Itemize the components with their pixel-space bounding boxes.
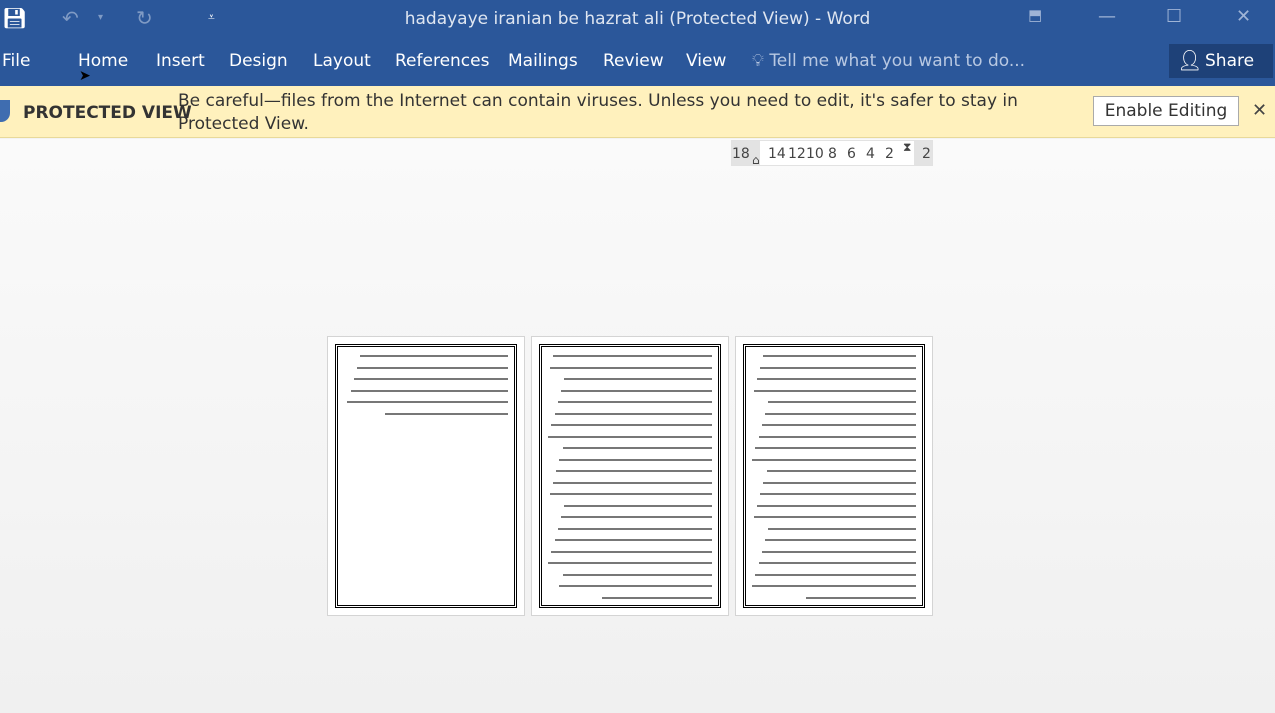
tell-me-search[interactable]: 💡︎ Tell me what you want to do... <box>752 51 1025 71</box>
text-line <box>557 401 712 403</box>
tab-review[interactable]: Review <box>603 51 664 71</box>
text-line <box>552 355 712 357</box>
page-border <box>335 344 517 608</box>
text-line <box>554 539 712 541</box>
maximize-icon[interactable]: ☐ <box>1166 6 1182 27</box>
text-line <box>755 447 916 449</box>
text-line <box>756 504 916 507</box>
minimize-icon[interactable]: — <box>1098 6 1116 27</box>
protected-view-label: PROTECTED VIEW <box>23 103 192 123</box>
tab-references[interactable]: References <box>395 51 489 71</box>
page-border <box>539 344 721 608</box>
text-line <box>559 585 712 587</box>
text-line <box>385 412 508 415</box>
horizontal-ruler[interactable]: 18 14 12 10 8 6 4 2 2 ⌂ ⧗ <box>731 140 933 167</box>
text-line <box>347 401 508 403</box>
page-thumbnail[interactable] <box>531 336 729 616</box>
text-line <box>557 527 712 530</box>
person-icon: 👤︎ <box>1177 48 1203 72</box>
left-indent-marker-icon[interactable]: ⌂ <box>752 153 760 167</box>
close-icon[interactable]: ✕ <box>1236 6 1251 27</box>
text-line <box>752 458 916 461</box>
page-thumbnail[interactable] <box>735 336 933 616</box>
text-line <box>561 516 712 518</box>
tab-insert[interactable]: Insert <box>156 51 205 71</box>
close-bar-icon[interactable]: ✕ <box>1252 100 1267 121</box>
text-line <box>602 596 712 599</box>
tab-file[interactable]: File <box>2 51 30 71</box>
tab-view[interactable]: View <box>686 51 726 71</box>
tab-design[interactable]: Design <box>229 51 288 71</box>
text-line <box>350 389 508 392</box>
shield-icon <box>0 100 10 122</box>
right-indent-marker-icon[interactable]: ⧗ <box>903 141 911 153</box>
text-line <box>761 550 916 553</box>
text-line <box>758 562 916 564</box>
enable-editing-button[interactable]: Enable Editing <box>1093 96 1239 126</box>
text-line <box>549 366 712 369</box>
page-thumbnail[interactable] <box>327 336 525 616</box>
title-bar: 💾︎ ↶ ▾ ↻ ⩡ hadayaye iranian be hazrat al… <box>0 0 1275 40</box>
text-line <box>755 573 916 576</box>
ribbon-display-options-icon[interactable]: ⬒ <box>1028 6 1042 24</box>
text-line <box>763 481 916 484</box>
window-title: hadayaye iranian be hazrat ali (Protecte… <box>404 9 871 29</box>
share-button[interactable]: 👤︎ Share <box>1169 44 1273 78</box>
text-line <box>768 527 916 530</box>
text-line <box>360 355 508 357</box>
text-line <box>562 447 712 449</box>
text-line <box>765 539 916 541</box>
text-line <box>768 401 916 403</box>
text-line <box>564 504 712 507</box>
text-line <box>548 562 712 564</box>
lightbulb-icon: 💡︎ <box>752 51 764 71</box>
text-line <box>551 424 712 426</box>
text-line <box>760 493 916 495</box>
protected-view-bar: PROTECTED VIEW Be careful—files from the… <box>0 86 1275 138</box>
text-line <box>561 389 712 392</box>
text-line <box>357 366 508 369</box>
text-line <box>549 493 712 495</box>
text-line <box>765 412 916 415</box>
text-line <box>551 550 712 553</box>
text-line <box>760 366 916 369</box>
text-line <box>562 573 712 576</box>
page-border <box>743 344 925 608</box>
tab-layout[interactable]: Layout <box>313 51 371 71</box>
text-line <box>554 412 712 415</box>
text-line <box>753 389 916 392</box>
text-line <box>753 516 916 518</box>
text-line <box>758 435 916 438</box>
text-line <box>756 378 916 380</box>
text-line <box>752 585 916 587</box>
text-line <box>806 596 916 599</box>
text-line <box>761 424 916 426</box>
text-line <box>353 378 508 380</box>
mouse-cursor-icon: ➤ <box>79 68 91 84</box>
text-line <box>763 355 916 357</box>
text-line <box>556 470 712 472</box>
text-line <box>552 481 712 484</box>
tab-mailings[interactable]: Mailings <box>508 51 578 71</box>
ribbon-tabs: File Home Insert Design Layout Reference… <box>0 40 1275 86</box>
text-line <box>564 378 712 380</box>
text-line <box>559 458 712 461</box>
protected-view-message: Be careful—files from the Internet can c… <box>178 91 1018 134</box>
text-line <box>766 470 916 472</box>
text-line <box>548 435 712 438</box>
